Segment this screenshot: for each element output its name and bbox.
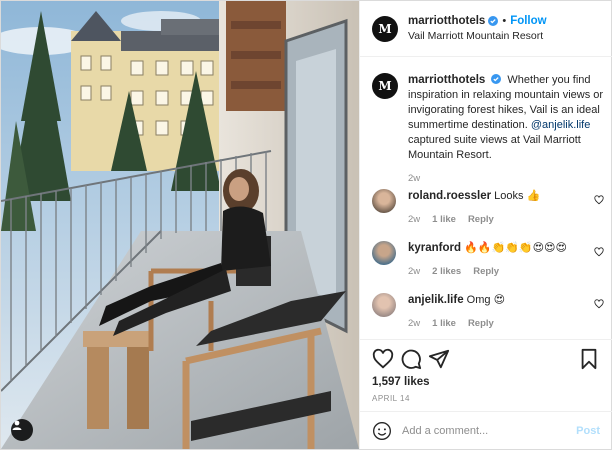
commenter-avatar[interactable]	[372, 293, 396, 317]
post-caption: M marriotthotels Whether you find inspir…	[372, 73, 604, 186]
comment-likes-link[interactable]: 2 likes	[432, 264, 461, 279]
comment-text: Looks 👍	[494, 190, 541, 202]
comments-scroll-area[interactable]: M marriotthotels Whether you find inspir…	[360, 58, 612, 338]
emoji-icon[interactable]	[372, 421, 392, 441]
account-avatar[interactable]: M	[372, 15, 398, 42]
caption-text-end: captured suite views at Vail Marriott Mo…	[408, 134, 581, 161]
commenter-avatar[interactable]	[372, 241, 396, 265]
tagged-people-button[interactable]	[11, 419, 33, 441]
person-tag-icon	[12, 420, 22, 430]
comment-username[interactable]: kyranford	[408, 242, 461, 254]
follow-button[interactable]: Follow	[510, 14, 546, 29]
caption-username[interactable]: marriotthotels	[408, 74, 485, 86]
save-icon[interactable]	[578, 348, 600, 370]
action-bar	[372, 348, 600, 372]
comment-username[interactable]: roland.roessler	[408, 190, 491, 202]
heart-icon[interactable]	[372, 348, 394, 370]
comment-reply-button[interactable]: Reply	[473, 264, 499, 279]
caption-timestamp: 2w	[408, 173, 421, 184]
comment-icon[interactable]	[400, 348, 422, 370]
likes-count[interactable]: 1,597 likes	[372, 376, 430, 388]
comment-like-heart-icon[interactable]	[594, 299, 604, 309]
comment-text: Omg 😍	[466, 294, 506, 306]
header-separator: •	[502, 14, 507, 27]
comment-timestamp: 2w	[408, 214, 421, 225]
comment-item: anjelik.life Omg 😍 2w 1 like Reply	[372, 293, 604, 331]
post-sidebar: M marriotthotels • Follow Vail Marriott …	[359, 1, 612, 449]
add-comment-bar: Post	[360, 411, 612, 449]
comment-timestamp: 2w	[408, 266, 421, 277]
commenter-avatar[interactable]	[372, 189, 396, 213]
comment-reply-button[interactable]: Reply	[468, 316, 494, 331]
comment-text: 🔥🔥👏👏👏😍😍😍	[464, 242, 567, 254]
post-header: M marriotthotels • Follow Vail Marriott …	[360, 1, 612, 57]
post-photo[interactable]	[1, 1, 359, 449]
post-comment-button[interactable]: Post	[576, 425, 600, 437]
comment-likes-link[interactable]: 1 like	[432, 212, 456, 227]
comment-like-heart-icon[interactable]	[594, 195, 604, 205]
caption-mention-link[interactable]: @anjelik.life	[531, 119, 590, 131]
comment-item: kyranford 🔥🔥👏👏👏😍😍😍 2w 2 likes Reply	[372, 241, 604, 279]
comment-input[interactable]	[402, 424, 577, 437]
caption-avatar[interactable]: M	[372, 73, 398, 99]
verified-badge-icon	[488, 16, 499, 26]
post-actions-section: 1,597 likes APRIL 14	[360, 339, 612, 411]
comment-like-heart-icon[interactable]	[594, 247, 604, 257]
location-link[interactable]: Vail Marriott Mountain Resort	[408, 29, 547, 44]
verified-badge-icon	[491, 74, 502, 84]
comment-username[interactable]: anjelik.life	[408, 294, 464, 306]
share-icon[interactable]	[428, 348, 450, 370]
comment-timestamp: 2w	[408, 318, 421, 329]
comment-reply-button[interactable]: Reply	[468, 212, 494, 227]
instagram-post: M marriotthotels • Follow Vail Marriott …	[0, 0, 612, 450]
balcony-photo-illustration	[1, 1, 359, 449]
comment-likes-link[interactable]: 1 like	[432, 316, 456, 331]
comment-item: roland.roessler Looks 👍 2w 1 like Reply	[372, 189, 604, 227]
account-username[interactable]: marriotthotels	[408, 14, 485, 29]
post-date: APRIL 14	[372, 394, 410, 403]
